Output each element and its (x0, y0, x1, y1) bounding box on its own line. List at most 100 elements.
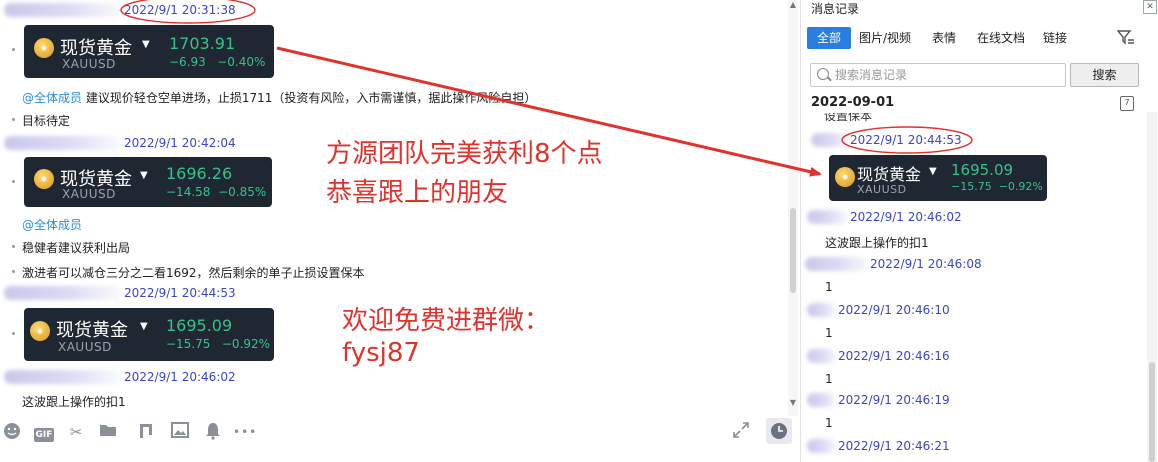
bullet (12, 48, 15, 51)
scroll-thumb[interactable] (790, 208, 796, 293)
music-icon[interactable] (136, 422, 156, 442)
message-timestamp: 2022/9/1 20:46:16 (838, 349, 950, 363)
scroll-thumb[interactable] (1149, 362, 1155, 462)
message-timestamp: 2022/9/1 20:44:53 (124, 286, 236, 300)
dropdown-caret-icon: ▼ (142, 39, 150, 50)
close-icon[interactable]: ✕ (1143, 0, 1157, 14)
truncated-message-text: 设置保本 (824, 113, 873, 123)
dropdown-caret-icon: ▼ (140, 321, 148, 332)
sender-avatar-blurred (807, 439, 837, 453)
history-search-input[interactable] (835, 67, 1060, 83)
tab-media[interactable]: 图片/视频 (859, 27, 911, 49)
quote-symbol: XAUUSD (857, 183, 907, 196)
promo-text: 恭喜跟上的朋友 (326, 178, 509, 208)
dropdown-caret-icon: ▼ (140, 170, 148, 181)
bell-icon[interactable] (203, 422, 223, 442)
quote-card[interactable]: 现货黄金 ▼ XAUUSD 1695.09 −15.75 −0.92% (24, 308, 274, 361)
sender-avatar-blurred (4, 136, 122, 150)
history-title: 消息记录 (811, 2, 860, 16)
mention-all[interactable]: @全体成员 (22, 216, 82, 233)
search-icon (817, 68, 829, 80)
dropdown-caret-icon: ▼ (929, 166, 937, 177)
bullet (12, 118, 15, 121)
quote-change: −14.58 −0.85% (166, 185, 266, 199)
quote-price: 1703.91 (169, 34, 236, 53)
quote-change-pct: −0.92% (998, 180, 1043, 193)
emoji-icon[interactable] (2, 422, 22, 442)
gif-icon[interactable]: GIF (32, 422, 56, 442)
filter-icon[interactable] (1116, 30, 1135, 46)
quote-card[interactable]: 现货黄金 ▼ XAUUSD 1696.26 −14.58 −0.85% (24, 157, 272, 207)
sender-avatar-blurred (807, 210, 849, 224)
bullet (12, 245, 15, 248)
quote-change-pct: −0.92% (221, 337, 271, 351)
gif-label: GIF (33, 428, 55, 442)
message-text: 这波跟上操作的扣1 (22, 395, 126, 409)
chat-toolbar: GIF ✂ ••• (0, 416, 800, 462)
message-body: 建议现价轻仓空单进场，止损1711（投资有风险，入市需谨慎，据此操作风险自担） (85, 91, 537, 105)
bullet (12, 270, 15, 273)
expand-icon[interactable] (731, 422, 751, 442)
message-timestamp: 2022/9/1 20:44:53 (850, 133, 962, 147)
quote-symbol: XAUUSD (58, 340, 112, 354)
message-timestamp: 2022/9/1 20:46:02 (850, 210, 962, 224)
message-text: 1 (825, 326, 833, 340)
scissors-icon[interactable]: ✂ (66, 422, 86, 442)
image-icon[interactable] (170, 422, 190, 442)
folder-icon[interactable] (98, 422, 118, 442)
quote-card[interactable]: 现货黄金 ▼ XAUUSD 1703.91 −6.93 −0.40% (24, 25, 274, 78)
quote-price: 1695.09 (166, 316, 233, 335)
message-text: 激进者可以减仓三分之二看1692，然后剩余的单子止损设置保本 (22, 266, 365, 280)
message-timestamp: 2022/9/1 20:46:08 (870, 257, 982, 271)
message-timestamp: 2022/9/1 20:46:02 (124, 370, 236, 384)
chat-scrollbar[interactable]: ▲ ▼ (788, 0, 798, 420)
bullet (12, 180, 15, 183)
message-text: 目标待定 (22, 114, 71, 128)
sender-avatar-blurred (4, 370, 122, 384)
more-icon[interactable]: ••• (233, 422, 257, 442)
search-button[interactable]: 搜索 (1070, 63, 1139, 87)
history-scrollbar[interactable] (1147, 112, 1157, 462)
quote-name: 现货黄金 (857, 165, 922, 184)
quote-card[interactable]: 现货黄金 ▼ XAUUSD 1695.09 −15.75 −0.92% (829, 155, 1047, 201)
message-timestamp: 2022/9/1 20:46:10 (838, 303, 950, 317)
history-search-field[interactable] (810, 63, 1066, 87)
gold-coin-icon (30, 321, 50, 341)
sender-avatar-blurred (807, 349, 837, 363)
quote-change-abs: −6.93 (169, 55, 206, 69)
quote-change-abs: −15.75 (166, 337, 211, 351)
tab-docs[interactable]: 在线文档 (977, 27, 1025, 49)
message-text: 1 (825, 416, 833, 430)
message-text: 稳健者建议获利出局 (22, 241, 131, 255)
tab-links[interactable]: 链接 (1043, 27, 1067, 49)
quote-symbol: XAUUSD (62, 187, 116, 201)
scroll-down-icon[interactable]: ▼ (788, 398, 798, 407)
promo-wechat-id: fysj87 (342, 338, 420, 368)
message-text: 这波跟上操作的扣1 (825, 236, 929, 250)
quote-change: −15.75 −0.92% (951, 180, 1043, 193)
message-timestamp: 2022/9/1 20:42:04 (124, 136, 236, 150)
sender-avatar-blurred (807, 393, 837, 407)
tab-all[interactable]: 全部 (807, 27, 852, 49)
tab-stickers[interactable]: 表情 (932, 27, 956, 49)
message-timestamp: 2022/9/1 20:46:19 (838, 393, 950, 407)
sender-avatar-blurred (811, 133, 849, 147)
message-text: 1 (825, 280, 833, 294)
sender-avatar-blurred (4, 3, 122, 17)
quote-change: −6.93 −0.40% (169, 55, 265, 69)
message-timestamp: 2022/9/1 20:46:21 (838, 439, 950, 453)
mention-all[interactable]: @全体成员 (22, 91, 82, 105)
message-timestamp: 2022/9/1 20:31:38 (124, 3, 236, 17)
quote-change-abs: −14.58 (166, 185, 211, 199)
history-clock-icon[interactable] (766, 418, 792, 444)
chat-pane: 2022/9/1 20:31:38 现货黄金 ▼ XAUUSD 1703.91 … (0, 0, 800, 420)
calendar-icon[interactable]: 7 (1120, 96, 1134, 111)
message-history-panel: 消息记录 ✕ 全部 图片/视频 表情 在线文档 链接 搜索 2022-09-01… (800, 0, 1158, 462)
gold-coin-icon (34, 38, 54, 58)
quote-change-pct: −0.85% (218, 185, 267, 199)
scroll-up-icon[interactable]: ▲ (788, 0, 798, 9)
quote-change: −15.75 −0.92% (166, 337, 270, 351)
quote-name: 现货黄金 (56, 320, 128, 341)
sender-avatar-blurred (805, 257, 869, 271)
sender-avatar-blurred (807, 303, 837, 317)
